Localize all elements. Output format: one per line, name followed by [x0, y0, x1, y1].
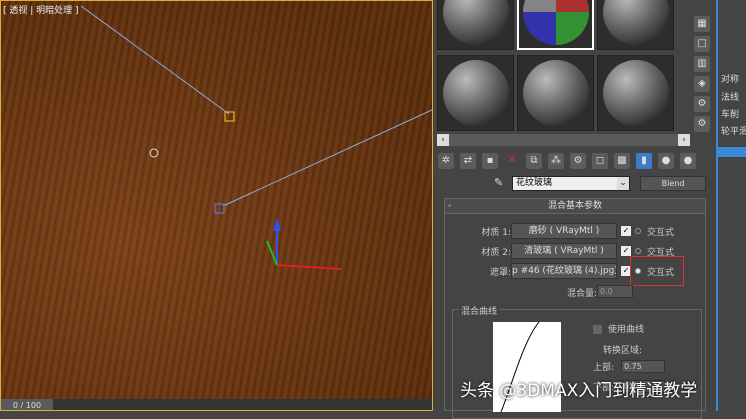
material2-button[interactable]: 清玻璃 ( VRayMtl ) — [511, 243, 617, 259]
assign-to-selection-icon[interactable]: ▪ — [482, 153, 498, 169]
perspective-viewport[interactable]: [ 透视 | 明暗处理 ] 0 / 100 — [0, 0, 433, 411]
show-map-icon[interactable]: ▩ — [614, 153, 630, 169]
use-curve-checkbox[interactable]: 使用曲线 — [593, 322, 644, 335]
sample-uv-icon[interactable]: □ — [694, 36, 710, 52]
rollout-header[interactable]: - 混合基本参数 — [445, 199, 705, 214]
transition-zone-label: 转换区域: — [603, 346, 643, 356]
command-panel: 对称 法线 车削 轮平滑 — [716, 0, 746, 411]
time-slider[interactable]: 0 / 100 — [1, 399, 53, 410]
highlight-box — [630, 256, 684, 286]
modifier-item[interactable]: 车削 — [721, 107, 739, 120]
upper-spinner[interactable]: 0.75 — [621, 360, 665, 373]
material-toolbar: ✲ ⇄ ▪ ✕ ⧉ ⁂ ⚙ ◻ ▩ ▮ ● ● — [438, 153, 696, 169]
get-material-icon[interactable]: ✲ — [438, 153, 454, 169]
material-slot[interactable] — [517, 55, 594, 131]
slots-scrollbar[interactable]: ‹ › — [437, 134, 690, 146]
material1-radio[interactable] — [635, 228, 641, 234]
material-editor: ▦ □ ▥ ◈ ⚙ ⚙ ‹ › ✲ ⇄ ▪ ✕ ⧉ ⁂ ⚙ ◻ ▩ ▮ ● ● ✎… — [434, 0, 716, 419]
reset-material-icon[interactable]: ✕ — [504, 153, 520, 169]
material-name-field[interactable]: 花纹玻璃 ⌄ — [512, 176, 630, 191]
show-end-result-icon[interactable]: ▮ — [636, 153, 652, 169]
mix-amount-spinner[interactable]: 0.0 — [597, 285, 633, 298]
background-icon[interactable]: ▦ — [694, 16, 710, 32]
scene-gizmos — [80, 5, 432, 270]
material-slot[interactable] — [597, 55, 674, 131]
mixing-curve-group: 混合曲线 使用曲线 转换区域: 上部: 0.75 下部: 0.25 — [452, 304, 702, 419]
select-by-material-icon[interactable]: ⚙ — [694, 116, 710, 132]
go-forward-sibling-icon[interactable]: ● — [680, 153, 696, 169]
put-to-library-icon[interactable]: ⚙ — [570, 153, 586, 169]
material2-radio[interactable] — [635, 248, 641, 254]
material-slot[interactable] — [437, 0, 514, 50]
time-slider-track[interactable]: 0 / 100 — [1, 399, 432, 410]
go-to-parent-icon[interactable]: ● — [658, 153, 674, 169]
modifier-item[interactable]: 对称 — [721, 72, 739, 85]
watermark: 头条 @3DMAX入门到精通教学 — [460, 381, 698, 401]
material-slot[interactable] — [437, 55, 514, 131]
material-name-row: ✎ 花纹玻璃 ⌄ Blend — [494, 176, 706, 192]
material1-checkbox[interactable]: ✓ — [621, 226, 631, 236]
video-color-icon[interactable]: ▥ — [694, 56, 710, 72]
material1-row: 材质 1: 磨砂 ( VRayMtl ) ✓ 交互式 — [445, 223, 707, 239]
options-icon[interactable]: ⚙ — [694, 96, 710, 112]
modifier-stack-selection[interactable] — [718, 147, 746, 157]
material-slot-selected[interactable] — [517, 0, 594, 50]
scroll-left-icon[interactable]: ‹ — [437, 134, 449, 146]
material-type-button[interactable]: Blend — [640, 176, 706, 191]
mix-amount-row: 混合量: 0.0 — [445, 284, 707, 300]
material-slot[interactable] — [597, 0, 674, 50]
side-toolbar: ▦ □ ▥ ◈ ⚙ ⚙ — [694, 0, 714, 140]
chevron-down-icon[interactable]: ⌄ — [617, 177, 629, 190]
modifier-item[interactable]: 法线 — [721, 90, 739, 103]
material1-button[interactable]: 磨砂 ( VRayMtl ) — [511, 223, 617, 239]
material2-checkbox[interactable]: ✓ — [621, 246, 631, 256]
material-id-icon[interactable]: ◻ — [592, 153, 608, 169]
eyedropper-icon[interactable]: ✎ — [494, 176, 503, 189]
upper-row: 上部: 0.75 — [593, 360, 665, 373]
modifier-item[interactable]: 轮平滑 — [721, 124, 746, 137]
make-unique-icon[interactable]: ⁂ — [548, 153, 564, 169]
make-preview-icon[interactable]: ◈ — [694, 76, 710, 92]
scroll-right-icon[interactable]: › — [678, 134, 690, 146]
put-to-scene-icon[interactable]: ⇄ — [460, 153, 476, 169]
mask-button[interactable]: p #46 (花纹玻璃 (4).jpg) — [511, 263, 617, 279]
copy-material-icon[interactable]: ⧉ — [526, 153, 542, 169]
viewport-label[interactable]: [ 透视 | 明暗处理 ] — [3, 3, 79, 16]
